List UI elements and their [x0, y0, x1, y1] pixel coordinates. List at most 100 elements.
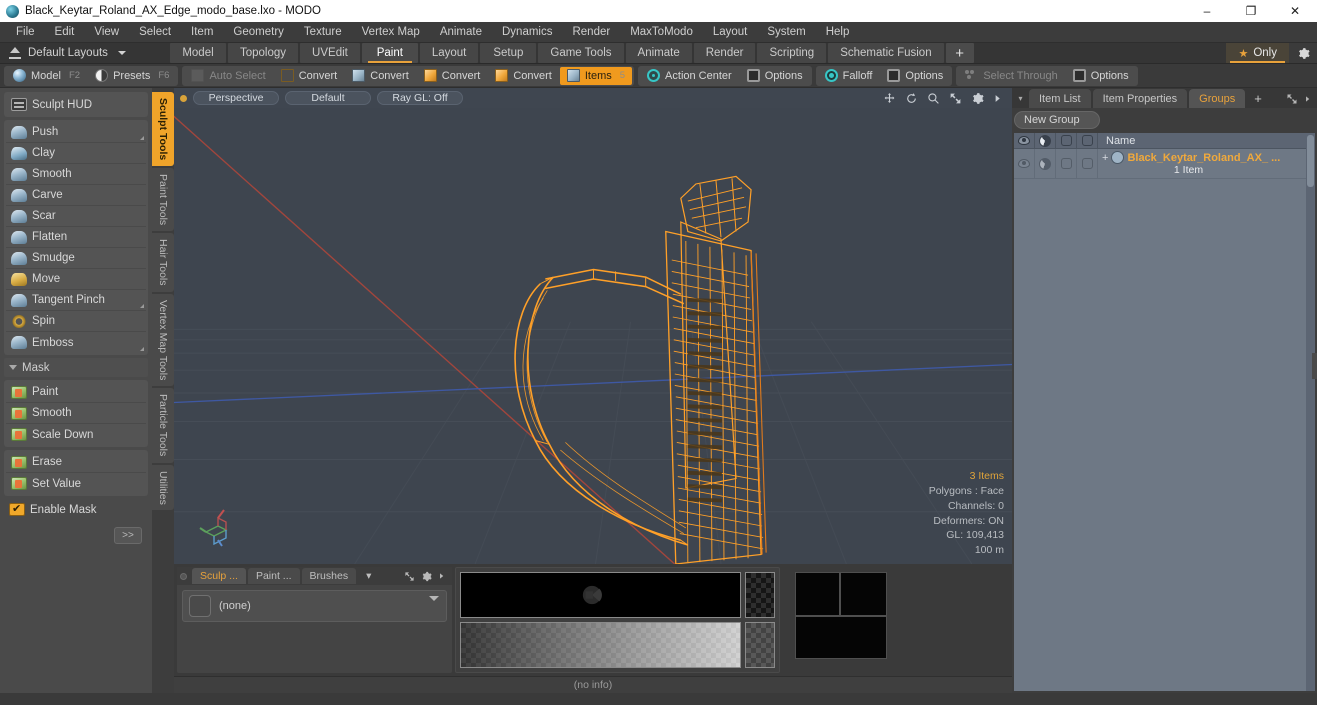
brush-alpha-preview[interactable]	[744, 572, 775, 618]
only-toggle-button[interactable]: ★ Only	[1226, 43, 1289, 63]
menu-geometry[interactable]: Geometry	[223, 22, 294, 43]
expand-icon[interactable]	[404, 571, 415, 582]
mask-tool-paint[interactable]: Paint	[6, 382, 146, 403]
convert-materials-button[interactable]: Convert	[488, 67, 559, 85]
vtab-paint-tools[interactable]: Paint Tools	[152, 168, 174, 232]
view-selector[interactable]: Perspective	[193, 91, 279, 105]
menu-item[interactable]: Item	[181, 22, 223, 43]
tab-paint[interactable]: Paint	[361, 43, 418, 63]
convert-vertices-button[interactable]: Convert	[274, 67, 345, 85]
new-group-button[interactable]: New Group	[1014, 111, 1100, 129]
bd-tab-brushes[interactable]: Brushes	[301, 568, 357, 584]
tab-topology[interactable]: Topology	[228, 43, 299, 63]
tool-smudge[interactable]: Smudge	[6, 248, 146, 269]
menu-texture[interactable]: Texture	[294, 22, 352, 43]
move-icon[interactable]	[883, 92, 896, 105]
panel-resize-handle[interactable]	[1312, 352, 1317, 379]
menu-select[interactable]: Select	[129, 22, 181, 43]
tab-setup[interactable]: Setup	[480, 43, 537, 63]
tab-schematic-fusion[interactable]: Schematic Fusion	[828, 43, 944, 63]
select-through-options-button[interactable]: Options	[1066, 67, 1136, 85]
fit-icon[interactable]	[949, 92, 962, 105]
tool-clay[interactable]: Clay	[6, 143, 146, 164]
enable-mask-checkbox[interactable]: Enable Mask	[4, 499, 148, 520]
tool-spin[interactable]: Spin	[6, 311, 146, 332]
tab-uvedit[interactable]: UVEdit	[300, 43, 360, 63]
bd-tab-sculpt[interactable]: Sculp ...	[192, 568, 246, 584]
arrow-right-icon[interactable]	[993, 92, 1002, 105]
row-light-toggle[interactable]	[1035, 149, 1056, 178]
menu-maxtomodo[interactable]: MaxToModo	[620, 22, 703, 43]
convert-polygons-button[interactable]: Convert	[417, 67, 488, 85]
mask-tool-scale-down[interactable]: Scale Down	[6, 424, 146, 445]
auto-select-button[interactable]: Auto Select	[184, 67, 272, 85]
convert-edges-button[interactable]: Convert	[345, 67, 416, 85]
col-render[interactable]	[1056, 133, 1077, 148]
tab-animate[interactable]: Animate	[625, 43, 692, 63]
raygl-selector[interactable]: Ray GL: Off	[377, 91, 463, 105]
tool-tangent-pinch[interactable]: Tangent Pinch	[6, 290, 146, 311]
expand-icon[interactable]	[1286, 93, 1298, 105]
row-shadow-toggle[interactable]	[1077, 149, 1098, 178]
minimize-button[interactable]: –	[1185, 0, 1229, 22]
menu-system[interactable]: System	[757, 22, 815, 43]
items-mode-button[interactable]: Items 5	[559, 66, 633, 85]
rp-add-tab-button[interactable]: +	[1247, 89, 1269, 108]
mask-tool-erase[interactable]: Erase	[6, 452, 146, 473]
action-center-button[interactable]: Action Center	[640, 67, 739, 85]
falloff-gradient-preview[interactable]	[460, 622, 741, 668]
tool-emboss[interactable]: Emboss	[6, 332, 146, 353]
row-render-toggle[interactable]	[1056, 149, 1077, 178]
tool-move[interactable]: Move	[6, 269, 146, 290]
tab-scripting[interactable]: Scripting	[757, 43, 827, 63]
menu-file[interactable]: File	[6, 22, 45, 43]
groups-scrollbar[interactable]	[1306, 133, 1315, 691]
vtab-utilities[interactable]: Utilities	[152, 464, 174, 511]
panel-menu-arrow-icon[interactable]: ▾	[1014, 89, 1027, 108]
tab-render[interactable]: Render	[693, 43, 756, 63]
zoom-icon[interactable]	[927, 92, 940, 105]
vtab-hair-tools[interactable]: Hair Tools	[152, 233, 174, 292]
sculpt-hud-button[interactable]: Sculpt HUD	[6, 94, 146, 115]
falloff-button[interactable]: Falloff	[818, 67, 880, 85]
vtab-vertex-map-tools[interactable]: Vertex Map Tools	[152, 293, 174, 387]
gear-icon[interactable]	[421, 571, 432, 582]
falloff-options-button[interactable]: Options	[880, 67, 950, 85]
tool-scar[interactable]: Scar	[6, 206, 146, 227]
tab-game-tools[interactable]: Game Tools	[538, 43, 624, 63]
menu-render[interactable]: Render	[562, 22, 620, 43]
col-light[interactable]	[1035, 133, 1056, 148]
expand-panel-button[interactable]: >>	[114, 527, 142, 544]
groups-scrollbar-thumb[interactable]	[1307, 135, 1314, 187]
row-visibility-toggle[interactable]	[1014, 149, 1035, 178]
menu-animate[interactable]: Animate	[430, 22, 492, 43]
close-button[interactable]: ✕	[1273, 0, 1317, 22]
chevron-down-icon[interactable]	[429, 596, 440, 601]
expand-row-icon[interactable]: +	[1102, 152, 1108, 164]
gear-icon[interactable]	[971, 92, 984, 105]
col-visibility[interactable]	[1014, 133, 1035, 148]
settings-gear-button[interactable]	[1289, 43, 1317, 63]
brush-shape-preview[interactable]	[460, 572, 741, 618]
menu-view[interactable]: View	[84, 22, 129, 43]
menu-layout[interactable]: Layout	[703, 22, 758, 43]
thumbnail-2[interactable]	[839, 572, 887, 616]
vtab-sculpt-tools[interactable]: Sculpt Tools	[152, 92, 174, 167]
arrow-right-icon[interactable]	[1304, 94, 1311, 104]
bd-tab-paint[interactable]: Paint ...	[247, 568, 300, 584]
action-center-options-button[interactable]: Options	[740, 67, 810, 85]
rp-tab-item-properties[interactable]: Item Properties	[1092, 89, 1188, 108]
menu-help[interactable]: Help	[816, 22, 860, 43]
rp-tab-groups[interactable]: Groups	[1189, 89, 1246, 108]
mask-tool-set-value[interactable]: Set Value	[6, 473, 146, 494]
menu-dynamics[interactable]: Dynamics	[492, 22, 562, 43]
select-through-button[interactable]: Select Through	[958, 67, 1064, 85]
tool-carve[interactable]: Carve	[6, 185, 146, 206]
arrow-right-icon[interactable]	[438, 571, 445, 581]
tab-model[interactable]: Model	[170, 43, 226, 63]
table-row[interactable]: + Black_Keytar_Roland_AX_ ... 1 Item	[1014, 149, 1315, 179]
menu-vertex-map[interactable]: Vertex Map	[352, 22, 430, 43]
axis-gizmo[interactable]	[196, 504, 240, 548]
menu-edit[interactable]: Edit	[45, 22, 85, 43]
tool-flatten[interactable]: Flatten	[6, 227, 146, 248]
